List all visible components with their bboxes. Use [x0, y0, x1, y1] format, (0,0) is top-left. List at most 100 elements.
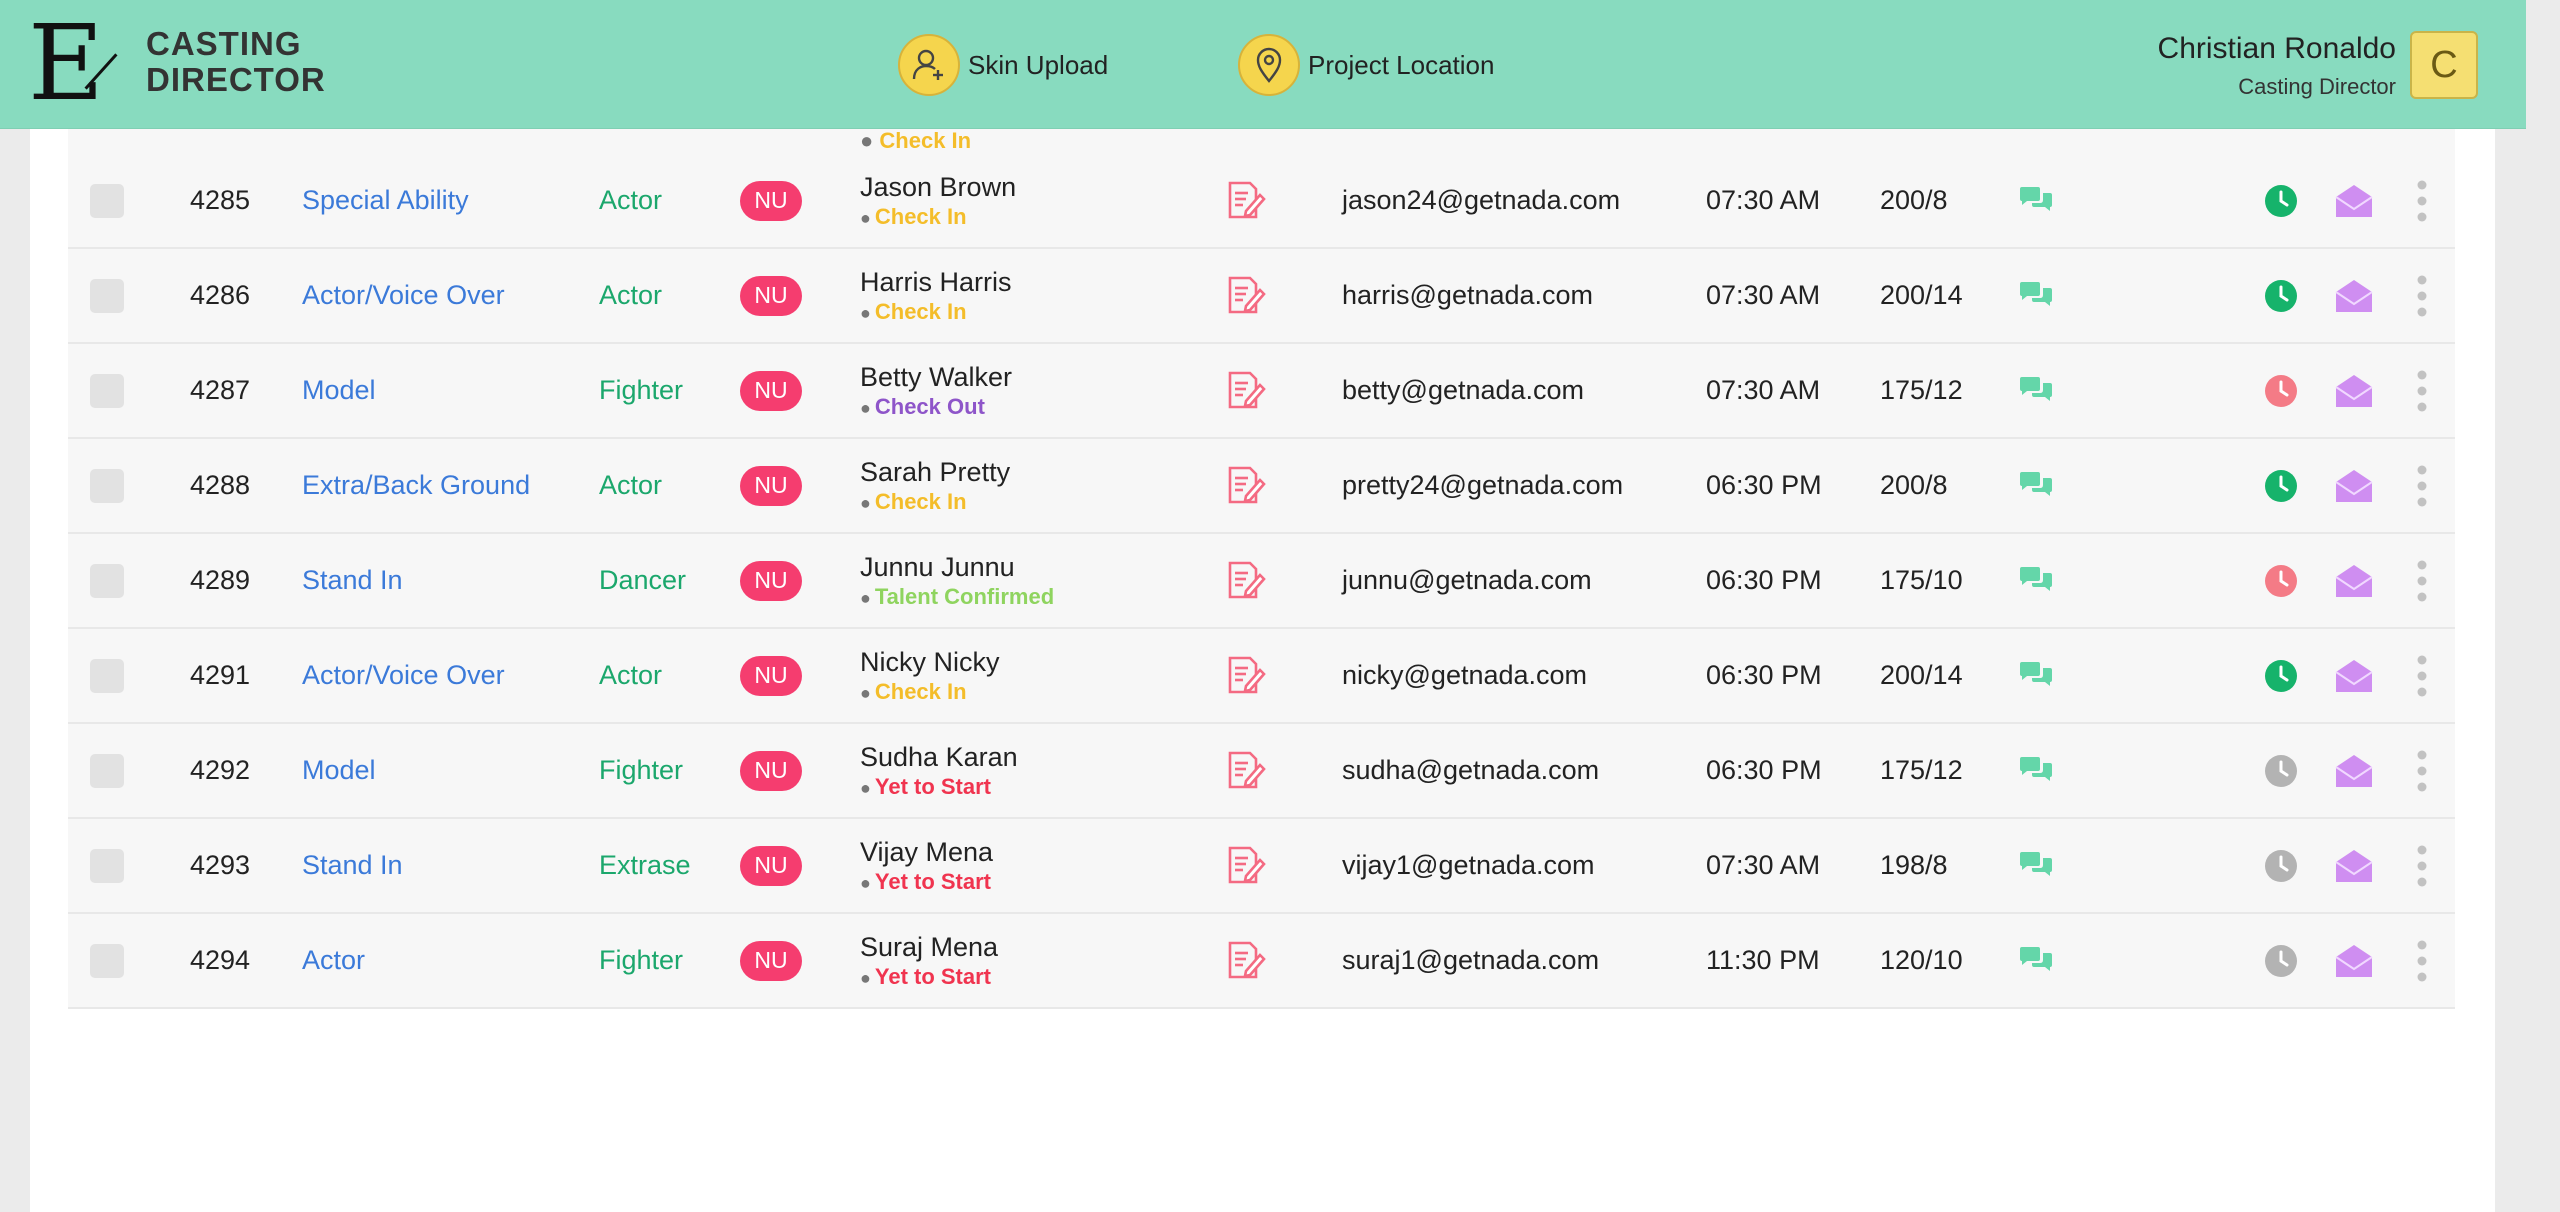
table-row[interactable]: 4287 Model Fighter NU Betty Walker ● Chec…: [68, 344, 2455, 439]
clock-icon[interactable]: [2264, 629, 2298, 722]
talent-name[interactable]: Nicky Nicky: [860, 645, 1000, 679]
document-edit-icon[interactable]: [1224, 534, 1268, 627]
chat-icon[interactable]: [2018, 629, 2054, 722]
talent-role-link[interactable]: Extra/Back Ground: [302, 439, 530, 532]
clock-icon[interactable]: [2264, 534, 2298, 627]
row-checkbox[interactable]: [90, 848, 124, 883]
chat-icon[interactable]: [2018, 439, 2054, 532]
document-edit-icon[interactable]: [1224, 819, 1268, 912]
talent-role-link[interactable]: Actor: [302, 914, 365, 1007]
chat-icon[interactable]: [2018, 534, 2054, 627]
table-row[interactable]: 4292 Model Fighter NU Sudha Karan ● Yet t…: [68, 724, 2455, 819]
mail-open-icon[interactable]: [2334, 819, 2374, 912]
nu-badge[interactable]: NU: [740, 560, 802, 601]
row-checkbox[interactable]: [90, 278, 124, 313]
talent-name[interactable]: Vijay Mena: [860, 835, 993, 869]
mail-open-icon[interactable]: [2334, 629, 2374, 722]
clock-icon[interactable]: [2264, 914, 2298, 1007]
document-edit-icon[interactable]: [1224, 344, 1268, 437]
more-options-icon[interactable]: [2416, 344, 2428, 437]
nu-badge[interactable]: NU: [740, 275, 802, 316]
table-row[interactable]: 4286 Actor/Voice Over Actor NU Harris Ha…: [68, 249, 2455, 344]
talent-id: 4287: [190, 375, 251, 405]
chat-icon[interactable]: [2018, 914, 2054, 1007]
more-options-icon[interactable]: [2416, 249, 2428, 342]
nu-badge[interactable]: NU: [740, 750, 802, 791]
table-row[interactable]: 4294 Actor Fighter NU Suraj Mena ● Yet to…: [68, 914, 2455, 1009]
nu-badge[interactable]: NU: [740, 370, 802, 411]
document-edit-icon[interactable]: [1224, 724, 1268, 817]
row-checkbox[interactable]: [90, 753, 124, 788]
mail-open-icon[interactable]: [2334, 724, 2374, 817]
table-row[interactable]: 4293 Stand In Extrase NU Vijay Mena ● Yet…: [68, 819, 2455, 914]
talent-role-link[interactable]: Stand In: [302, 534, 403, 627]
chat-icon[interactable]: [2018, 344, 2054, 437]
row-checkbox[interactable]: [90, 373, 124, 408]
mail-open-icon[interactable]: [2334, 249, 2374, 342]
row-checkbox[interactable]: [90, 468, 124, 503]
nu-badge[interactable]: NU: [740, 465, 802, 506]
clock-icon[interactable]: [2264, 344, 2298, 437]
document-edit-icon[interactable]: [1224, 154, 1268, 247]
avatar[interactable]: C: [2410, 31, 2478, 99]
talent-name[interactable]: Betty Walker: [860, 360, 1012, 394]
row-checkbox[interactable]: [90, 183, 124, 218]
clock-icon[interactable]: [2264, 819, 2298, 912]
row-checkbox[interactable]: [90, 563, 124, 598]
talent-name[interactable]: Sarah Pretty: [860, 455, 1010, 489]
chat-icon[interactable]: [2018, 249, 2054, 342]
chat-icon[interactable]: [2018, 724, 2054, 817]
logo-letter: E: [28, 2, 104, 124]
mail-open-icon[interactable]: [2334, 154, 2374, 247]
mail-open-icon[interactable]: [2334, 914, 2374, 1007]
talent-role-link[interactable]: Stand In: [302, 819, 403, 912]
more-options-icon[interactable]: [2416, 724, 2428, 817]
document-edit-icon[interactable]: [1224, 914, 1268, 1007]
talent-role-link[interactable]: Model: [302, 724, 376, 817]
more-options-icon[interactable]: [2416, 629, 2428, 722]
table-row[interactable]: 4291 Actor/Voice Over Actor NU Nicky Nic…: [68, 629, 2455, 724]
talent-name[interactable]: Sudha Karan: [860, 740, 1018, 774]
more-options-icon[interactable]: [2416, 914, 2428, 1007]
row-checkbox[interactable]: [90, 943, 124, 978]
row-checkbox[interactable]: [90, 658, 124, 693]
chat-icon[interactable]: [2018, 154, 2054, 247]
chat-icon[interactable]: [2018, 819, 2054, 912]
nav-skin-upload[interactable]: Skin Upload: [898, 34, 1108, 96]
mail-open-icon[interactable]: [2334, 344, 2374, 437]
talent-name[interactable]: Suraj Mena: [860, 930, 998, 964]
table-row[interactable]: 4288 Extra/Back Ground Actor NU Sarah Pr…: [68, 439, 2455, 534]
nu-badge[interactable]: NU: [740, 180, 802, 221]
talent-size: 175/10: [1880, 565, 1963, 595]
more-options-icon[interactable]: [2416, 154, 2428, 247]
nu-badge[interactable]: NU: [740, 655, 802, 696]
document-edit-icon[interactable]: [1224, 629, 1268, 722]
clock-icon[interactable]: [2264, 249, 2298, 342]
clock-icon[interactable]: [2264, 439, 2298, 532]
status-dot-icon: ●: [860, 778, 871, 798]
clock-icon[interactable]: [2264, 724, 2298, 817]
table-row[interactable]: 4285 Special Ability Actor NU Jason Brow…: [68, 154, 2455, 249]
mail-open-icon[interactable]: [2334, 439, 2374, 532]
more-options-icon[interactable]: [2416, 439, 2428, 532]
talent-type: Fighter: [599, 755, 684, 785]
more-options-icon[interactable]: [2416, 534, 2428, 627]
status-badge: ● Yet to Start: [860, 964, 991, 991]
nav-project-location[interactable]: Project Location: [1238, 34, 1494, 96]
talent-name[interactable]: Junnu Junnu: [860, 550, 1015, 584]
talent-role-link[interactable]: Actor/Voice Over: [302, 629, 505, 722]
talent-name[interactable]: Jason Brown: [860, 170, 1016, 204]
talent-role-link[interactable]: Actor/Voice Over: [302, 249, 505, 342]
clock-icon[interactable]: [2264, 154, 2298, 247]
talent-role-link[interactable]: Model: [302, 344, 376, 437]
talent-email: vijay1@getnada.com: [1342, 850, 1595, 880]
nu-badge[interactable]: NU: [740, 940, 802, 981]
document-edit-icon[interactable]: [1224, 439, 1268, 532]
more-options-icon[interactable]: [2416, 819, 2428, 912]
talent-name[interactable]: Harris Harris: [860, 265, 1012, 299]
talent-role-link[interactable]: Special Ability: [302, 154, 469, 247]
mail-open-icon[interactable]: [2334, 534, 2374, 627]
nu-badge[interactable]: NU: [740, 845, 802, 886]
document-edit-icon[interactable]: [1224, 249, 1268, 342]
table-row[interactable]: 4289 Stand In Dancer NU Junnu Junnu ● Tal…: [68, 534, 2455, 629]
